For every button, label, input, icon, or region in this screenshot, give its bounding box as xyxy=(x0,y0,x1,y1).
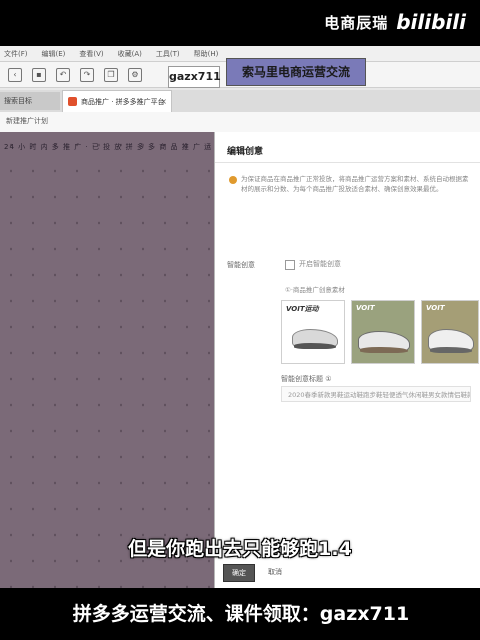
tile-brand-label: VOIT xyxy=(356,304,375,312)
channel-name: 电商辰瑞 xyxy=(324,13,389,32)
settings-icon[interactable]: ⚙ xyxy=(128,67,142,82)
shoe-sole xyxy=(360,347,408,353)
creative-title-input[interactable]: 2020春季新款男鞋运动鞋跑步鞋轻便透气休闲鞋男女款情侣鞋款 xyxy=(281,386,471,402)
creative-preview-label: ①·商品推广创意素材 xyxy=(285,286,345,294)
confirm-button[interactable]: 确定 xyxy=(223,564,255,582)
shoe-sole xyxy=(294,343,336,349)
menu-file[interactable]: 文件(F) xyxy=(4,49,28,59)
shoe-sole xyxy=(430,347,472,353)
drawer-divider xyxy=(215,162,480,163)
smart-creative-label: 智能创意 xyxy=(227,261,255,269)
creative-title-label: 智能创意标题 ① xyxy=(281,375,332,383)
footer-banner: 拼多多运营交流、课件领取：gazx711 xyxy=(72,603,410,625)
menu-favorites[interactable]: 收藏(A) xyxy=(118,49,142,59)
tab-search[interactable]: 搜索目标 xyxy=(0,92,60,110)
bilibili-logo: bilibili xyxy=(396,10,466,34)
edit-creative-drawer: 编辑创意 为保证商品在商品推广正常投放，将商品推广运营方案和素材、系统自动根据素… xyxy=(214,132,480,588)
notice-text: 为保证商品在商品推广正常投放，将商品推广运营方案和素材、系统自动根据素材的展示和… xyxy=(241,175,469,193)
menu-view[interactable]: 查看(V) xyxy=(79,49,103,59)
copy-icon[interactable]: ❐ xyxy=(104,67,118,82)
tab-active[interactable]: 商品推广 · 拼多多推广平台 × xyxy=(62,90,172,112)
tile-brand-label: VOIT运动 xyxy=(286,305,319,313)
creative-image-3[interactable]: VOIT xyxy=(421,300,479,364)
video-subtitle: 但是你跑出去只能够跑1.4 xyxy=(128,538,352,560)
breadcrumb-bar: 新建推广计划 xyxy=(0,112,480,133)
pinduoduo-favicon-icon xyxy=(68,97,77,106)
menu-tools[interactable]: 工具(T) xyxy=(156,49,180,59)
creative-image-2[interactable]: VOIT xyxy=(351,300,415,364)
smart-creative-checkbox[interactable] xyxy=(285,260,295,270)
overlay-text: 24 小 时 内 多 推 广 · 已 投 放 拼 多 多 商 品 推 广 运 营 xyxy=(4,143,224,151)
undo-icon[interactable]: ↶ xyxy=(56,67,70,82)
tab-close-icon[interactable]: × xyxy=(160,91,167,113)
cancel-button[interactable]: 取消 xyxy=(261,564,289,580)
smart-creative-option[interactable]: 开启智能创意 xyxy=(299,259,341,269)
menu-help[interactable]: 帮助(H) xyxy=(194,49,219,59)
watermark-title: 索马里电商运营交流 xyxy=(226,58,366,86)
watermark-id: gazx711 xyxy=(168,66,221,88)
save-icon[interactable]: ▪ xyxy=(32,67,46,82)
back-icon[interactable]: ‹ xyxy=(8,67,22,82)
tile-brand-label: VOIT xyxy=(426,304,445,312)
menu-edit[interactable]: 编辑(E) xyxy=(42,49,66,59)
video-top-bar: 电商辰瑞 bilibili xyxy=(0,0,480,46)
modal-overlay[interactable]: 24 小 时 内 多 推 广 · 已 投 放 拼 多 多 商 品 推 广 运 营 xyxy=(0,132,222,588)
overlay-texture xyxy=(0,132,214,588)
tab-active-label: 商品推广 · 拼多多推广平台 xyxy=(81,98,165,106)
info-icon xyxy=(229,176,237,184)
redo-icon[interactable]: ↷ xyxy=(80,67,94,82)
creative-image-1[interactable]: VOIT运动 xyxy=(281,300,345,364)
screen-recording: 文件(F) 编辑(E) 查看(V) 收藏(A) 工具(T) 帮助(H) ‹ ▪ … xyxy=(0,46,480,588)
tab-strip: 搜索目标 商品推广 · 拼多多推广平台 × xyxy=(0,90,480,113)
channel-brand: 电商辰瑞 bilibili xyxy=(324,10,466,34)
breadcrumb[interactable]: 新建推广计划 xyxy=(6,116,48,126)
drawer-title: 编辑创意 xyxy=(227,147,264,157)
